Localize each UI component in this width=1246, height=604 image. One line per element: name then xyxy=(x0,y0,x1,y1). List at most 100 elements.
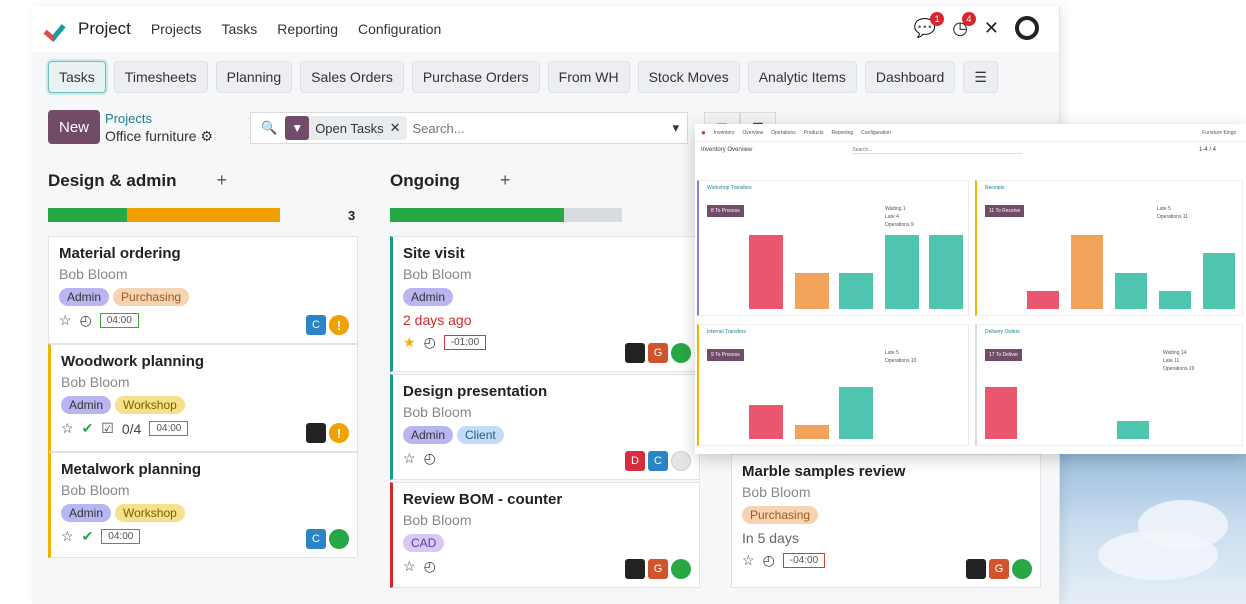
status-dot[interactable] xyxy=(329,529,349,549)
panel-button[interactable]: 8 To Process xyxy=(707,205,744,217)
inv-menu-reporting[interactable]: Reporting xyxy=(831,130,853,136)
star-icon[interactable]: ☆ xyxy=(403,450,416,467)
check-icon[interactable]: ✔ xyxy=(82,420,94,437)
avatar[interactable]: G xyxy=(648,559,668,579)
avatar[interactable]: C xyxy=(306,529,326,549)
star-icon[interactable]: ☆ xyxy=(61,528,74,545)
avatar[interactable]: G xyxy=(648,343,668,363)
stat-row[interactable]: Late 5 xyxy=(885,349,916,357)
menu-tasks[interactable]: Tasks xyxy=(222,21,258,37)
tab-sales-orders[interactable]: Sales Orders xyxy=(300,61,404,93)
star-filled-icon[interactable]: ★ xyxy=(403,334,416,351)
menu-configuration[interactable]: Configuration xyxy=(358,21,441,37)
tab-purchase-orders[interactable]: Purchase Orders xyxy=(411,61,540,93)
status-dot[interactable] xyxy=(671,559,691,579)
panel-title[interactable]: Delivery Orders xyxy=(985,329,1020,335)
status-dot[interactable] xyxy=(1012,559,1032,579)
inv-menu-app[interactable]: Inventory xyxy=(714,130,735,136)
stat-row[interactable]: Late 4 xyxy=(885,213,914,221)
tab-planning[interactable]: Planning xyxy=(215,61,293,93)
inv-menu-configuration[interactable]: Configuration xyxy=(861,130,891,136)
stat-row[interactable]: Operations 19 xyxy=(1163,365,1194,373)
stat-row[interactable]: Waiting 1 xyxy=(885,205,914,213)
remove-facet-icon[interactable]: ✕ xyxy=(390,120,407,136)
stat-row[interactable]: Late 5 xyxy=(1157,205,1188,213)
task-card[interactable]: Material ordering Bob Bloom Admin Purchas… xyxy=(48,236,358,344)
task-card[interactable]: Marble samples review Bob Bloom Purchasi… xyxy=(731,454,1041,588)
tools-icon[interactable]: ✕ xyxy=(984,18,999,39)
panel-delivery-orders[interactable]: Delivery Orders 17 To Deliver Waiting 14… xyxy=(975,324,1243,446)
inv-menu-products[interactable]: Products xyxy=(804,130,824,136)
stat-row[interactable]: Late 11 xyxy=(1163,357,1194,365)
task-card[interactable]: Metalwork planning Bob Bloom Admin Worksh… xyxy=(48,452,358,558)
app-logo-icon[interactable] xyxy=(46,17,70,41)
add-task-icon[interactable]: + xyxy=(500,170,511,191)
avatar[interactable] xyxy=(966,559,986,579)
tab-settings-icon[interactable]: ☰ xyxy=(963,61,998,93)
warning-icon[interactable]: ! xyxy=(329,315,349,335)
avatar[interactable] xyxy=(306,423,326,443)
progress-bar[interactable] xyxy=(390,208,622,222)
activity-icon[interactable]: ◷ 4 xyxy=(952,11,976,39)
tab-analytic-items[interactable]: Analytic Items xyxy=(747,61,857,93)
stat-row[interactable]: Operations 11 xyxy=(1157,213,1188,221)
stat-row[interactable]: Operations 9 xyxy=(885,221,914,229)
inv-pager[interactable]: 1-4 / 4 xyxy=(1199,147,1216,153)
task-card[interactable]: Review BOM - counter Bob Bloom CAD ☆ ◴ G xyxy=(390,482,700,588)
stat-row[interactable]: Waiting 14 xyxy=(1163,349,1194,357)
tab-tasks[interactable]: Tasks xyxy=(48,61,106,93)
avatar[interactable]: G xyxy=(989,559,1009,579)
avatar[interactable]: C xyxy=(306,315,326,335)
user-avatar[interactable] xyxy=(1015,16,1039,40)
panel-title[interactable]: Internal Transfers xyxy=(707,329,746,335)
tab-dashboard[interactable]: Dashboard xyxy=(864,61,956,93)
avatar[interactable] xyxy=(625,343,645,363)
status-dot[interactable] xyxy=(671,451,691,471)
breadcrumb-parent[interactable]: Projects xyxy=(105,111,152,126)
new-button[interactable]: New xyxy=(48,110,100,144)
inv-company[interactable]: Furniture Kings xyxy=(1202,130,1236,136)
menu-projects[interactable]: Projects xyxy=(151,21,202,37)
star-icon[interactable]: ☆ xyxy=(59,312,72,329)
status-dot[interactable] xyxy=(671,343,691,363)
panel-receipts[interactable]: Receipts 11 To Receive Late 5 Operations… xyxy=(975,180,1243,316)
search-input[interactable] xyxy=(412,120,643,136)
clock-icon[interactable]: ◴ xyxy=(424,450,436,467)
clock-icon[interactable]: ◴ xyxy=(424,558,436,575)
panel-button[interactable]: 11 To Receive xyxy=(985,205,1025,217)
inv-menu-overview[interactable]: Overview xyxy=(742,130,763,136)
search-dropdown-icon[interactable]: ▾ xyxy=(672,120,679,136)
inv-search-input[interactable] xyxy=(852,146,1023,154)
task-card[interactable]: Site visit Bob Bloom Admin 2 days ago ★ ◴… xyxy=(390,236,700,372)
panel-workshop-transfers[interactable]: Workshop Transfers 8 To Process Waiting … xyxy=(697,180,969,316)
stat-row[interactable]: Operations 10 xyxy=(885,357,916,365)
panel-button[interactable]: 17 To Deliver xyxy=(985,349,1023,361)
avatar[interactable]: D xyxy=(625,451,645,471)
menu-reporting[interactable]: Reporting xyxy=(277,21,338,37)
star-icon[interactable]: ☆ xyxy=(742,552,755,569)
clock-icon[interactable]: ◴ xyxy=(424,334,436,351)
warning-icon[interactable]: ! xyxy=(329,423,349,443)
tab-timesheets[interactable]: Timesheets xyxy=(113,61,208,93)
check-icon[interactable]: ✔ xyxy=(82,528,94,545)
gear-icon[interactable]: ⚙ xyxy=(200,128,213,144)
star-icon[interactable]: ☆ xyxy=(61,420,74,437)
clock-icon[interactable]: ◴ xyxy=(763,552,775,569)
tab-stock-moves[interactable]: Stock Moves xyxy=(637,61,740,93)
messages-icon[interactable]: 💬 1 xyxy=(914,11,945,39)
avatar[interactable]: C xyxy=(648,451,668,471)
panel-button[interactable]: 9 To Process xyxy=(707,349,744,361)
app-name[interactable]: Project xyxy=(78,19,131,39)
progress-bar[interactable] xyxy=(48,208,280,222)
star-icon[interactable]: ☆ xyxy=(403,558,416,575)
task-card[interactable]: Woodwork planning Bob Bloom Admin Worksho… xyxy=(48,344,358,452)
panel-title[interactable]: Workshop Transfers xyxy=(707,185,752,191)
clock-icon[interactable]: ◴ xyxy=(80,312,92,329)
avatar[interactable] xyxy=(625,559,645,579)
task-card[interactable]: Design presentation Bob Bloom Admin Clien… xyxy=(390,374,700,480)
panel-title[interactable]: Receipts xyxy=(985,185,1004,191)
inv-menu-operations[interactable]: Operations xyxy=(771,130,795,136)
tab-from-wh[interactable]: From WH xyxy=(547,61,630,93)
add-task-icon[interactable]: + xyxy=(216,170,227,191)
panel-internal-transfers[interactable]: Internal Transfers 9 To Process Late 5 O… xyxy=(697,324,969,446)
